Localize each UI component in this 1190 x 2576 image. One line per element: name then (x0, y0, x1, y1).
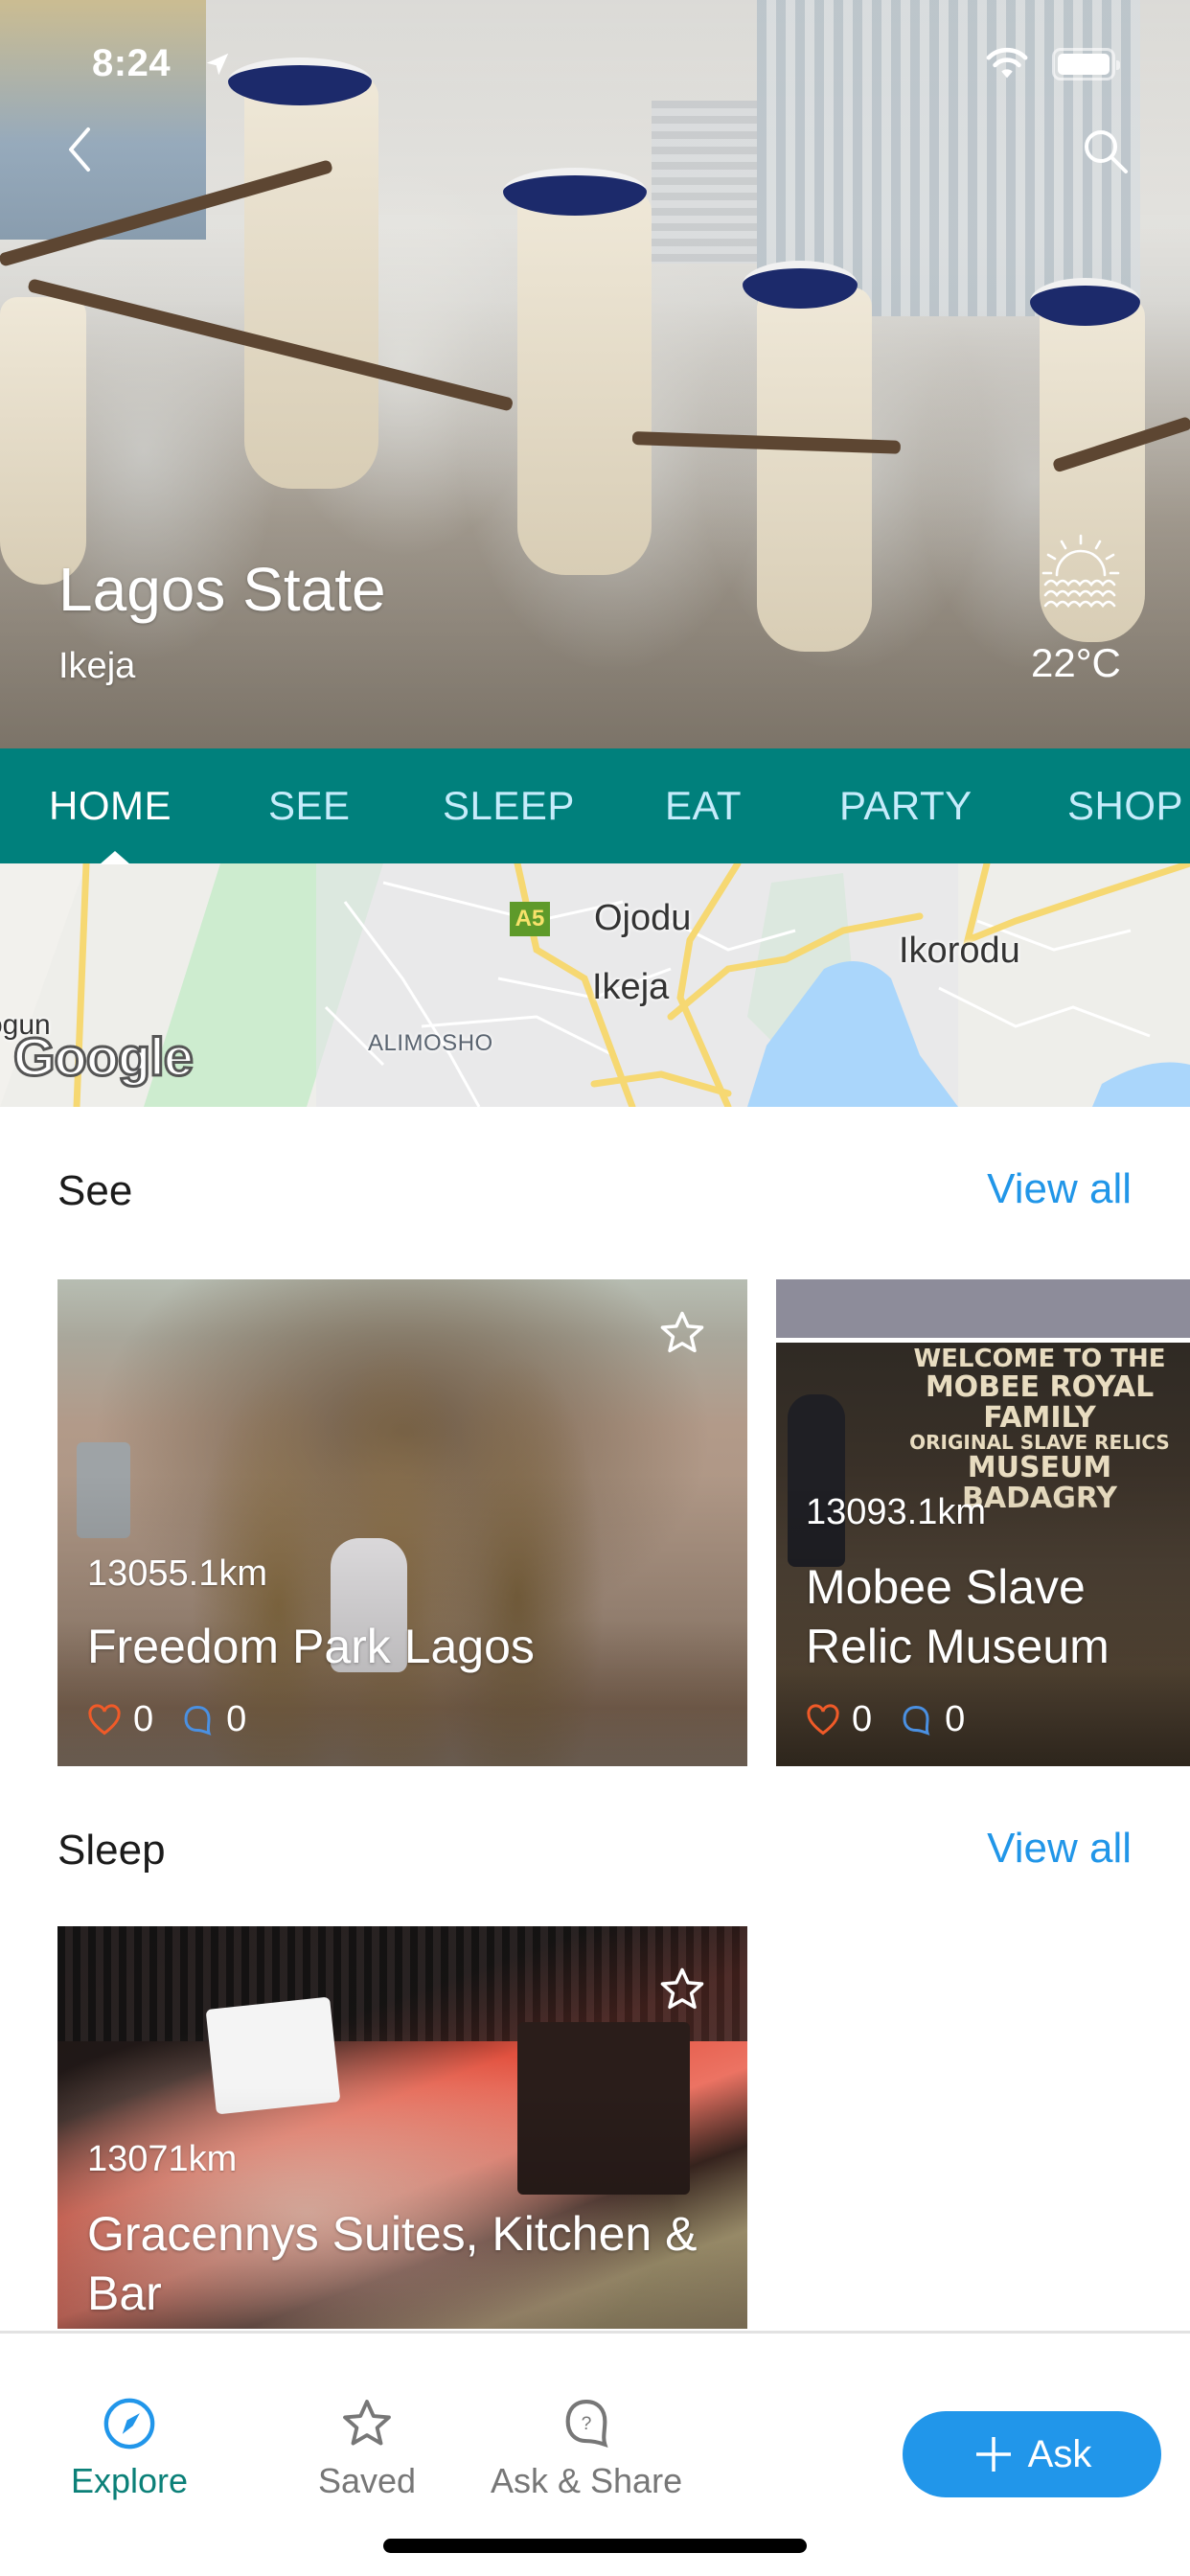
ask-button[interactable]: Ask (903, 2411, 1161, 2497)
star-icon (343, 2400, 391, 2446)
battery-icon (1052, 48, 1120, 80)
distance: 13055.1km (87, 1553, 268, 1594)
plus-icon (975, 2437, 1011, 2472)
card-stats: 0 0 (87, 1699, 273, 1740)
tab-eat[interactable]: EAT (665, 748, 742, 863)
wifi-icon (986, 47, 1028, 79)
heart-icon[interactable] (806, 1703, 840, 1736)
map-label-ikeja: Ikeja (592, 967, 670, 1007)
nav-ask-share[interactable]: ? Ask & Share (491, 2396, 682, 2501)
place-name: Gracennys Suites, Kitchen & Bar (87, 2207, 698, 2320)
page-title: Lagos State (58, 555, 386, 624)
masquerade-hat (503, 168, 647, 216)
active-tab-indicator (100, 851, 130, 864)
tab-shop[interactable]: SHOP (1067, 748, 1183, 863)
search-icon (1085, 130, 1128, 173)
question-bubble-icon: ? (565, 2399, 608, 2448)
section-title-see: See (57, 1167, 133, 1214)
see-view-all-link[interactable]: View all (987, 1165, 1132, 1213)
map-label-ojodu: Ojodu (594, 898, 692, 938)
likes-count: 0 (852, 1699, 873, 1739)
place-card[interactable]: 13055.1km Freedom Park Lagos 0 0 (57, 1279, 747, 1766)
place-name: Mobee Slave Relic Museum (806, 1560, 1110, 1673)
masquerade-figure (244, 77, 378, 489)
heart-icon[interactable] (87, 1703, 122, 1736)
ask-button-label: Ask (1027, 2432, 1092, 2475)
distance: 13071km (87, 2139, 238, 2179)
nav-explore[interactable]: Explore (71, 2396, 188, 2501)
comments-count: 0 (945, 1699, 966, 1739)
distance: 13093.1km (806, 1492, 987, 1532)
masquerade-hat (1030, 278, 1140, 326)
tab-sleep[interactable]: SLEEP (443, 748, 575, 863)
status-time: 8:24 (92, 42, 172, 84)
star-icon[interactable] (657, 1965, 707, 2014)
masquerade-figure (517, 192, 652, 575)
card-stats: 0 0 (806, 1699, 992, 1740)
masquerade-figure (0, 297, 86, 585)
comments-count: 0 (226, 1699, 247, 1739)
nav-saved-label: Saved (318, 2461, 417, 2500)
comment-icon[interactable] (899, 1703, 933, 1737)
likes-count: 0 (133, 1699, 154, 1739)
masquerade-figure (757, 288, 872, 652)
chevron-left-icon (69, 127, 90, 172)
search-button[interactable] (1077, 121, 1134, 182)
sleep-view-all-link[interactable]: View all (987, 1825, 1132, 1873)
location-arrow-icon (206, 53, 229, 76)
nav-explore-label: Explore (71, 2461, 189, 2500)
road-shield-a5: A5 (510, 902, 550, 936)
nav-ask-share-label: Ask & Share (491, 2461, 683, 2500)
tab-home[interactable]: HOME (49, 748, 172, 863)
google-logo: Google (12, 1025, 195, 1089)
place-card[interactable]: 13071km Gracennys Suites, Kitchen & Bar (57, 1926, 747, 2329)
section-title-sleep: Sleep (57, 1827, 166, 1874)
map-label-ikorodu: Ikorodu (899, 931, 1020, 971)
comment-icon[interactable] (180, 1703, 215, 1737)
page-subtitle: Ikeja (58, 646, 136, 686)
place-card[interactable]: WELCOME TO THE MOBEE ROYAL FAMILY ORIGIN… (776, 1279, 1190, 1766)
star-icon[interactable] (657, 1308, 707, 1358)
nav-saved[interactable]: Saved (318, 2396, 416, 2501)
category-tabs: HOME SEE SLEEP EAT PARTY SHOP (0, 748, 1190, 863)
status-bar: 8:24 (0, 0, 1190, 126)
home-indicator[interactable] (383, 2539, 807, 2553)
map-label-alimosho: ALIMOSHO (368, 1030, 493, 1056)
tab-see[interactable]: SEE (268, 748, 351, 863)
masquerade-hat (743, 261, 858, 309)
sunset-sea-icon (1041, 534, 1120, 609)
svg-text:?: ? (582, 2414, 592, 2434)
compass-icon (103, 2398, 155, 2450)
place-name: Freedom Park Lagos (87, 1620, 535, 1673)
temperature: 22°C (1031, 640, 1121, 685)
back-button[interactable] (56, 119, 103, 180)
tab-party[interactable]: PARTY (839, 748, 973, 863)
